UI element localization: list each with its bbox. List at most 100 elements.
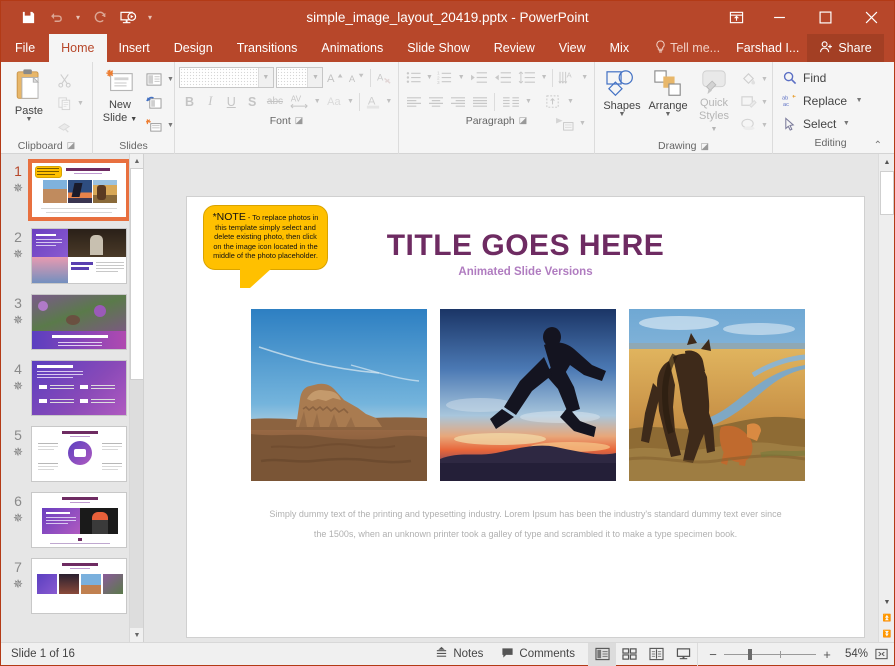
bullets-button[interactable] <box>403 67 424 88</box>
copy-icon[interactable] <box>53 93 75 114</box>
redo-icon[interactable] <box>87 6 113 30</box>
previous-slide-icon[interactable]: ⏫ <box>879 610 895 626</box>
canvas-scrollbar[interactable]: ▲ ▼ ⏫ ⏬ <box>878 154 894 642</box>
text-shadow-button[interactable]: S <box>242 91 263 112</box>
increase-font-size-icon[interactable]: A <box>325 67 344 88</box>
icelandic-horses-photo[interactable] <box>629 309 805 481</box>
paragraph-dialog-launcher-icon[interactable]: ◪ <box>519 115 528 126</box>
text-direction-button[interactable]: A <box>556 67 579 88</box>
tab-home[interactable]: Home <box>49 34 107 62</box>
columns-button[interactable] <box>498 91 523 112</box>
fit-slide-icon[interactable] <box>868 647 894 661</box>
justify-button[interactable] <box>469 91 491 112</box>
tab-transitions[interactable]: Transitions <box>225 34 310 62</box>
decrease-indent-button[interactable] <box>467 67 491 88</box>
slide-sorter-button[interactable] <box>616 643 643 666</box>
zoom-slider[interactable]: − + <box>702 647 838 662</box>
font-family-combobox[interactable]: ▼ <box>179 67 274 88</box>
scroll-up-icon[interactable]: ▲ <box>130 154 143 168</box>
tab-view[interactable]: View <box>547 34 598 62</box>
slide-thumbnail-2[interactable] <box>31 228 127 284</box>
shape-outline-icon[interactable] <box>737 92 759 113</box>
quick-styles-button[interactable]: Quick Styles ▼ <box>691 67 737 138</box>
slide-thumbnail-item[interactable]: 5 ✵ <box>1 426 143 492</box>
clipboard-dialog-launcher-icon[interactable]: ◪ <box>67 140 76 151</box>
tab-insert[interactable]: Insert <box>107 34 162 62</box>
shape-fill-icon[interactable] <box>737 69 759 90</box>
user-account[interactable]: Farshad I... <box>728 34 807 62</box>
slide-thumbnail-item[interactable]: 7 ✵ <box>1 558 143 624</box>
scroll-thumb[interactable] <box>130 168 143 380</box>
shape-fill-dropdown-icon[interactable]: ▼ <box>759 69 770 90</box>
save-icon[interactable] <box>15 6 41 30</box>
tab-design[interactable]: Design <box>162 34 225 62</box>
shapes-button[interactable]: Shapes ▼ <box>599 67 645 120</box>
align-right-button[interactable] <box>447 91 469 112</box>
arrange-dropdown-icon[interactable]: ▼ <box>665 111 672 118</box>
align-text-button[interactable] <box>541 91 565 112</box>
numbering-button[interactable]: 123 <box>435 67 456 88</box>
maximize-icon[interactable] <box>802 1 848 34</box>
copy-dropdown-icon[interactable]: ▼ <box>75 93 86 114</box>
zoom-thumb[interactable] <box>748 648 752 660</box>
reset-icon[interactable] <box>143 92 165 113</box>
next-slide-icon[interactable]: ⏬ <box>879 626 895 642</box>
replace-dropdown-icon[interactable]: ▼ <box>852 90 866 111</box>
shape-effects-dropdown-icon[interactable]: ▼ <box>759 115 770 136</box>
comments-button[interactable]: Comments <box>492 643 584 666</box>
slide-body-text[interactable]: Simply dummy text of the printing and ty… <box>265 504 786 544</box>
slide-canvas[interactable]: *NOTE - To replace photos in this templa… <box>187 197 864 637</box>
zoom-out-button[interactable]: − <box>708 647 718 662</box>
align-text-dropdown-icon[interactable]: ▼ <box>565 91 576 112</box>
cut-icon[interactable] <box>53 70 75 91</box>
desert-butte-photo[interactable] <box>251 309 427 481</box>
font-dialog-launcher-icon[interactable]: ◪ <box>295 115 304 126</box>
select-dropdown-icon[interactable]: ▼ <box>841 113 851 134</box>
slide-show-button[interactable] <box>670 643 697 666</box>
slide-thumbnail-item[interactable]: 3 ✵ <box>1 294 143 360</box>
zoom-track[interactable] <box>724 648 816 660</box>
slide-thumbnail-item[interactable]: 1 ✵ <box>1 159 143 228</box>
italic-button[interactable]: I <box>200 91 221 112</box>
format-painter-icon[interactable] <box>53 116 75 137</box>
slide-thumbnail-4[interactable] <box>31 360 127 416</box>
minimize-icon[interactable] <box>756 1 802 34</box>
font-color-dropdown-icon[interactable]: ▼ <box>384 91 394 112</box>
undo-dropdown-icon[interactable]: ▾ <box>71 6 85 30</box>
decrease-font-size-icon[interactable]: A <box>346 67 365 88</box>
scroll-track[interactable] <box>130 168 143 628</box>
tell-me-search[interactable]: Tell me... <box>647 34 728 62</box>
convert-to-smartart-button[interactable] <box>553 113 577 134</box>
bullets-dropdown-icon[interactable]: ▼ <box>424 67 435 88</box>
tab-slide-show[interactable]: Slide Show <box>395 34 482 62</box>
numbering-dropdown-icon[interactable]: ▼ <box>456 67 467 88</box>
customize-quick-access-toolbar-icon[interactable]: ▾ <box>143 6 157 30</box>
bold-button[interactable]: B <box>179 91 200 112</box>
shapes-dropdown-icon[interactable]: ▼ <box>619 111 626 118</box>
slide-thumbnail-1[interactable] <box>28 159 130 221</box>
font-color-button[interactable]: A <box>363 91 384 112</box>
reading-view-button[interactable] <box>643 643 670 666</box>
drawing-dialog-launcher-icon[interactable]: ◪ <box>701 141 710 152</box>
slide-thumbnail-5[interactable] <box>31 426 127 482</box>
paste-dropdown-icon[interactable]: ▼ <box>26 116 33 123</box>
font-size-dropdown-icon[interactable]: ▼ <box>307 68 323 87</box>
line-spacing-dropdown-icon[interactable]: ▼ <box>539 67 550 88</box>
present-icon[interactable] <box>115 6 141 30</box>
ribbon-display-options-icon[interactable] <box>716 1 756 34</box>
new-slide-button[interactable]: New Slide ▼ <box>97 66 143 128</box>
notes-button[interactable]: Notes <box>426 643 492 666</box>
canvas-scroll-up-icon[interactable]: ▲ <box>879 154 895 170</box>
slide-thumbnail-3[interactable] <box>31 294 127 350</box>
slide-thumbnail-7[interactable] <box>31 558 127 614</box>
character-spacing-button[interactable]: AV <box>287 91 312 112</box>
text-direction-dropdown-icon[interactable]: ▼ <box>579 67 590 88</box>
note-callout[interactable]: *NOTE - To replace photos in this templa… <box>203 205 328 288</box>
collapse-ribbon-icon[interactable]: ⌃ <box>874 140 882 151</box>
scroll-down-icon[interactable]: ▼ <box>130 628 143 642</box>
paste-button[interactable]: Paste ▼ <box>5 66 53 125</box>
tab-file[interactable]: File <box>1 34 49 62</box>
undo-icon[interactable] <box>43 6 69 30</box>
line-spacing-button[interactable] <box>515 67 539 88</box>
arrange-button[interactable]: Arrange ▼ <box>645 67 691 120</box>
